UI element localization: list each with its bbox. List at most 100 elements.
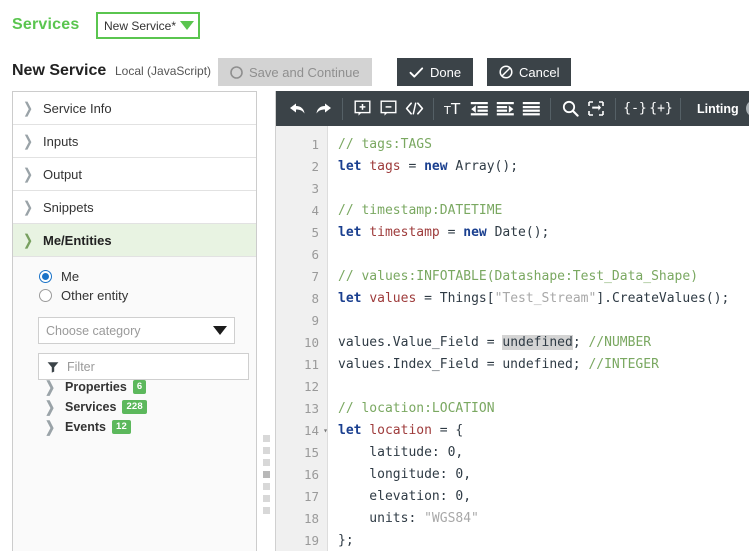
code-token: ; [573,335,589,350]
category-select[interactable]: Choose category [38,317,235,344]
tree-node-services[interactable]: ❯ Services 228 [45,400,256,414]
action-toolbar [0,48,749,91]
sidebar-item-output[interactable]: ❯ Output [13,158,256,191]
code-line[interactable]: latitude: 0, [338,442,749,464]
radio-option-other-entity[interactable]: Other entity [39,288,256,303]
redo-icon[interactable] [310,96,336,122]
code-line[interactable]: // tags:TAGS [338,134,749,156]
line-number: 4 [276,200,327,222]
line-number: 17 [276,486,327,508]
line-number: 6 [276,244,327,266]
service-selector-dropdown[interactable]: New Service* [96,12,200,39]
line-number: 19 [276,530,327,551]
code-line[interactable]: let values = Things["Test_Stream"].Creat… [338,288,749,310]
panel-splitter-handle[interactable] [260,91,274,551]
code-token: }; [338,533,354,548]
code-token: Array(); [455,159,518,174]
line-number: 1 [276,134,327,156]
linting-control[interactable]: Linting ✓ [697,100,749,117]
code-line[interactable]: // values:INFOTABLE(Datashape:Test_Data_… [338,266,749,288]
sidebar-item-label: Snippets [43,200,94,215]
comment-remove-icon[interactable] [375,96,401,122]
code-token: //NUMBER [588,335,651,350]
code-line[interactable]: units: "WGS84" [338,508,749,530]
service-selector-value: New Service* [104,19,176,33]
radio-label: Other entity [61,288,128,303]
code-line[interactable]: let location = { [338,420,749,442]
code-line[interactable] [338,244,749,266]
find-replace-icon[interactable] [583,96,609,122]
code-token: values.Index_Field = undefined; [338,357,588,372]
code-line[interactable]: values.Value_Field = undefined; //NUMBER [338,332,749,354]
collapse-braces-label: {-} [623,101,646,116]
sidebar-item-inputs[interactable]: ❯ Inputs [13,125,256,158]
code-token: let [338,291,369,306]
code-line[interactable]: values.Index_Field = undefined; //INTEGE… [338,354,749,376]
code-token: = [440,225,463,240]
chevron-down-icon [180,21,194,30]
expand-braces-icon[interactable]: {+} [648,96,674,122]
ban-icon [499,65,513,79]
linting-toggle[interactable]: ✓ [746,100,749,117]
line-number: 9 [276,310,327,332]
code-token: new [463,225,494,240]
code-token: values [369,291,416,306]
code-line[interactable]: longitude: 0, [338,464,749,486]
outdent-icon[interactable] [466,96,492,122]
done-button[interactable]: Done [397,58,473,86]
comment-add-icon[interactable] [349,96,375,122]
code-line[interactable] [338,376,749,398]
category-select-placeholder: Choose category [46,324,213,338]
undo-icon[interactable] [284,96,310,122]
code-token: Date(); [495,225,550,240]
expand-braces-label: {+} [649,101,672,116]
line-number: 11 [276,354,327,376]
code-line[interactable]: // location:LOCATION [338,398,749,420]
code-brackets-icon[interactable] [401,96,427,122]
code-area[interactable]: 1234567891011121314▾1516171819 // tags:T… [276,126,749,551]
tree-node-events[interactable]: ❯ Events 12 [45,420,256,434]
code-token: 0, [448,445,464,460]
save-and-continue-button[interactable]: Save and Continue [218,58,372,86]
count-badge: 6 [133,380,146,394]
code-token: "WGS84" [424,511,479,526]
chevron-right-icon: ❯ [23,134,35,149]
sidebar-item-me-entities[interactable]: ❯ Me/Entities [13,224,256,257]
code-fold-toggle-icon[interactable]: ▾ [319,420,328,442]
indent-icon[interactable] [492,96,518,122]
count-badge: 12 [112,420,131,434]
code-token: // values:INFOTABLE(Datashape:Test_Data_… [338,269,698,284]
cancel-button[interactable]: Cancel [487,58,571,86]
chevron-right-icon: ❯ [23,200,35,215]
format-lines-icon[interactable] [518,96,544,122]
code-token: tags [369,159,400,174]
sidebar-item-service-info[interactable]: ❯ Service Info [13,92,256,125]
code-line[interactable]: }; [338,530,749,551]
code-line[interactable] [338,310,749,332]
code-line[interactable]: let tags = new Array(); [338,156,749,178]
tree-node-properties[interactable]: ❯ Properties 6 [45,380,256,394]
code-line[interactable]: let timestamp = new Date(); [338,222,749,244]
entity-filter-input[interactable]: Filter [38,353,249,380]
circle-icon [230,66,243,79]
sidebar-item-label: Output [43,167,82,182]
line-number: 18 [276,508,327,530]
chevron-right-icon: ❯ [45,420,57,435]
line-number: 13 [276,398,327,420]
code-line[interactable] [338,178,749,200]
search-icon[interactable] [557,96,583,122]
grip-dot [263,471,270,478]
code-line[interactable]: // timestamp:DATETIME [338,200,749,222]
code-line[interactable]: elevation: 0, [338,486,749,508]
code-content[interactable]: // tags:TAGSlet tags = new Array(); // t… [328,126,749,551]
radio-option-me[interactable]: Me [39,269,256,284]
font-size-icon[interactable]: TT [440,96,466,122]
code-token: location [369,423,432,438]
chevron-down-icon [213,326,227,335]
code-token: elevation: [338,489,455,504]
cancel-label: Cancel [519,65,559,80]
sidebar-item-snippets[interactable]: ❯ Snippets [13,191,256,224]
breadcrumb-bar: Services New Service* [0,0,749,48]
toolbar-divider [615,98,616,120]
collapse-braces-icon[interactable]: {-} [622,96,648,122]
